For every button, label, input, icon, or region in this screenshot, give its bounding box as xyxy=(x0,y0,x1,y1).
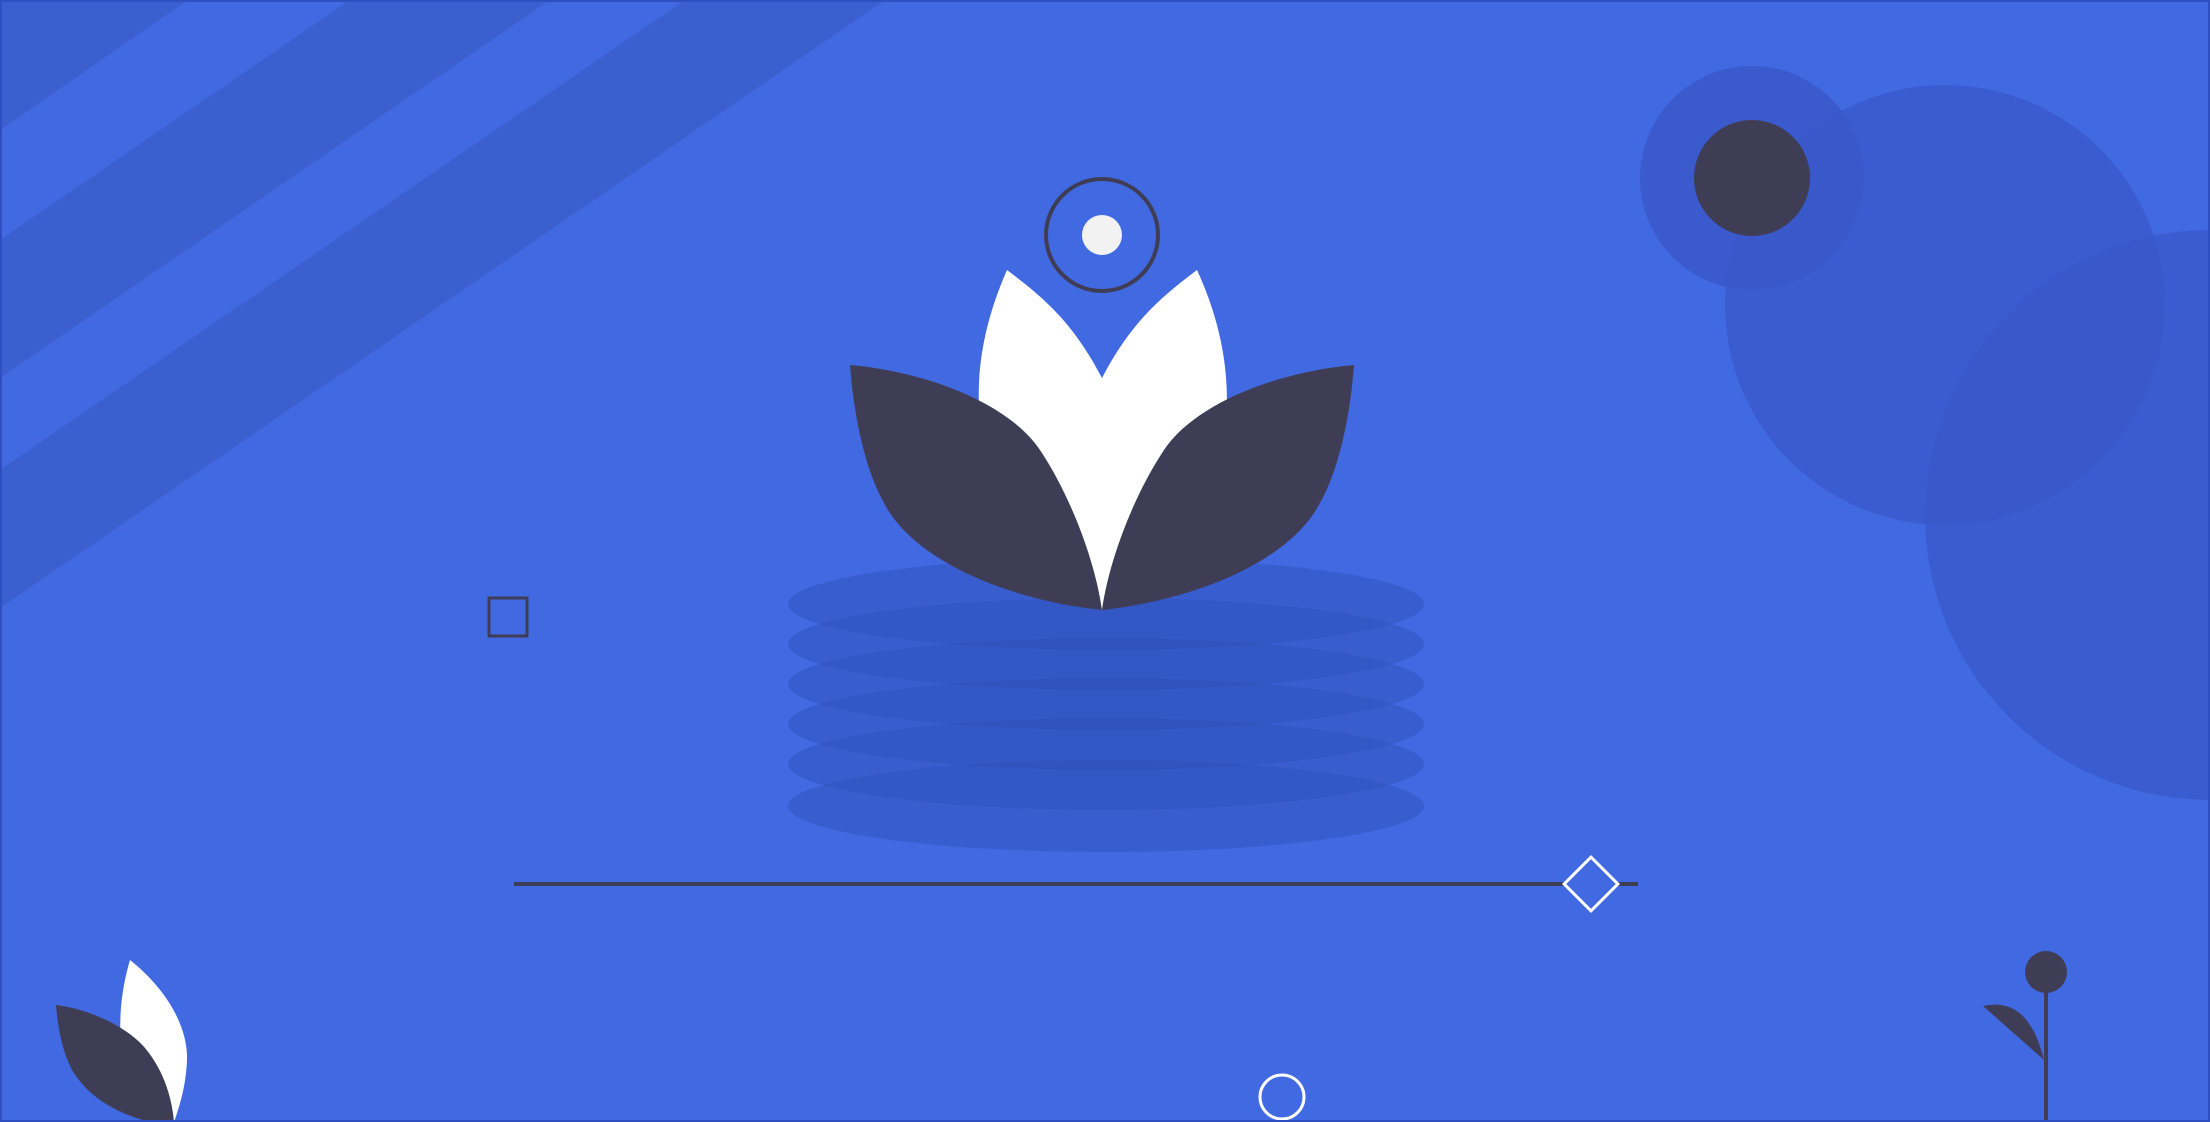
ripple-6 xyxy=(788,760,1424,852)
illustration-canvas xyxy=(0,0,2210,1122)
seedling-bud xyxy=(2025,951,2067,993)
hero-illustration xyxy=(0,0,2210,1122)
dark-dot xyxy=(1694,120,1810,236)
sun-dot xyxy=(1082,215,1122,255)
